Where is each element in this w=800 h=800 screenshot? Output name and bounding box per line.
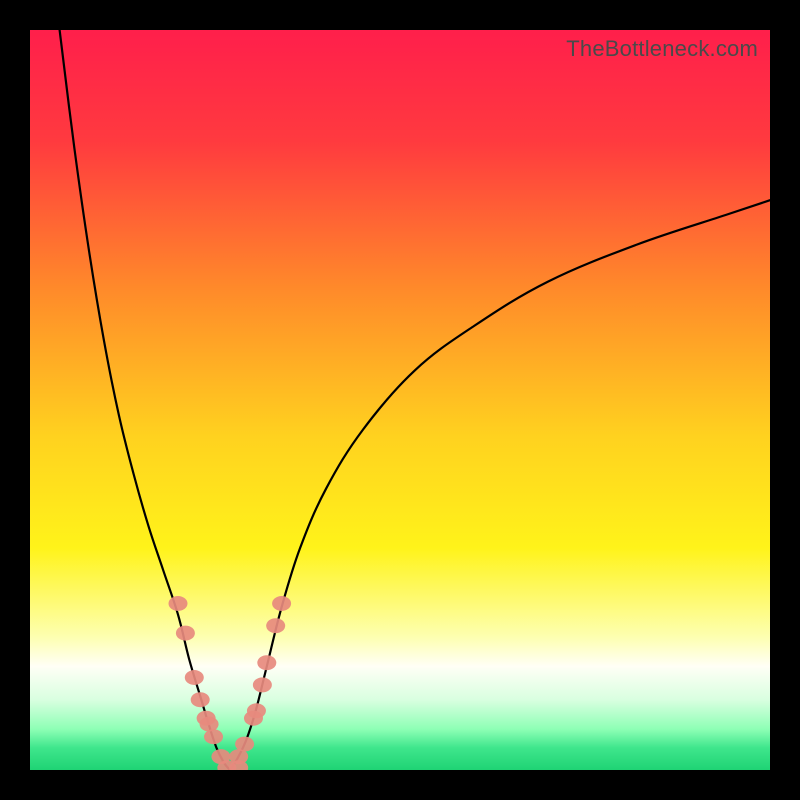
marker-point [200, 717, 219, 732]
curves-layer [30, 30, 770, 770]
curve-right-branch [230, 200, 770, 770]
curve-left-branch [60, 30, 230, 770]
marker-point [169, 596, 188, 611]
marker-point [185, 670, 204, 685]
chart-frame: TheBottleneck.com [0, 0, 800, 800]
marker-point [235, 737, 254, 752]
marker-point [253, 677, 272, 692]
marker-point [266, 618, 285, 633]
plot-area: TheBottleneck.com [30, 30, 770, 770]
marker-point [204, 729, 223, 744]
marker-point [176, 626, 195, 641]
marker-point [272, 596, 291, 611]
marker-point [247, 703, 266, 718]
marker-point [257, 655, 276, 670]
marker-point [191, 692, 210, 707]
